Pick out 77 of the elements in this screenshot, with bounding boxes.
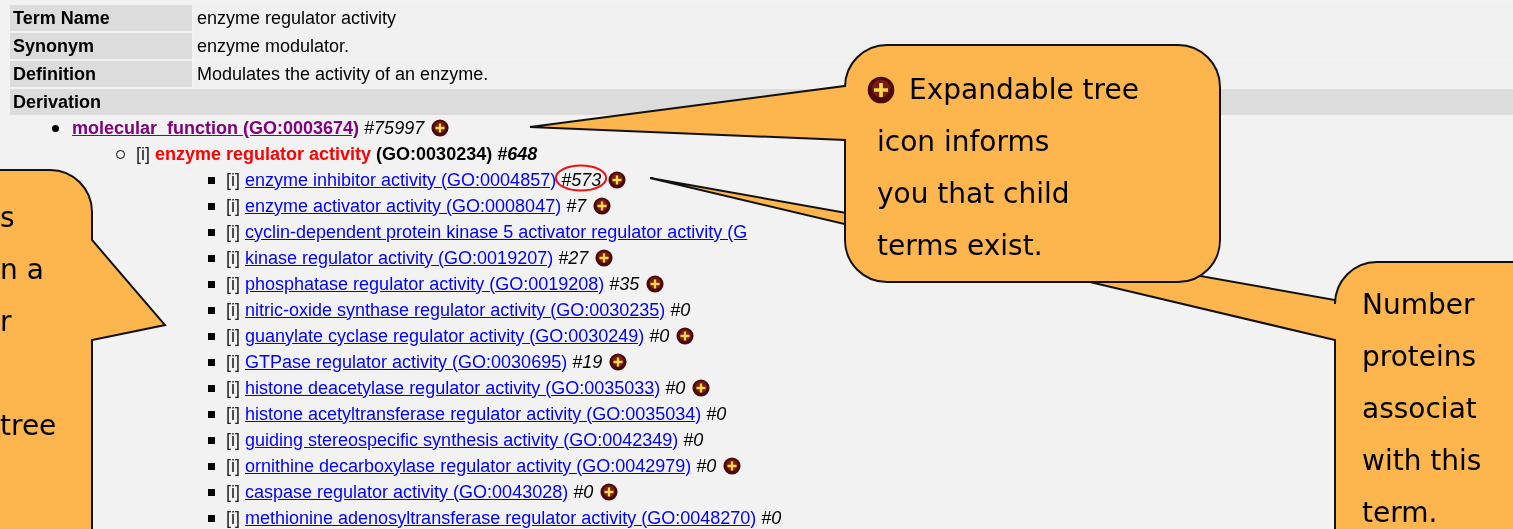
protein-count: #27 (558, 247, 589, 268)
info-marker: [i] (226, 402, 240, 426)
bullet-icon (208, 436, 215, 444)
term-link[interactable]: phosphatase regulator activity (GO:0019208) (245, 270, 605, 298)
field-label: Synonym (10, 33, 192, 59)
info-marker: [i] (226, 350, 240, 374)
info-marker: [i] (226, 376, 240, 400)
bullet-icon (208, 514, 215, 522)
info-marker: [i] (226, 168, 240, 192)
bullet-icon (208, 254, 215, 262)
info-marker: [i] (136, 142, 150, 166)
info-marker: [i] (226, 428, 240, 452)
protein-count: #0 (761, 507, 782, 528)
term-id: (GO:0030234) (376, 142, 493, 166)
info-marker: [i] (226, 480, 240, 504)
info-marker: [i] (226, 272, 240, 296)
plus-icon[interactable] (609, 353, 628, 371)
term-link[interactable]: caspase regulator activity (GO:0043028) (245, 478, 569, 506)
protein-count: #75997 (364, 117, 425, 138)
info-marker: [i] (226, 506, 240, 529)
bullet-icon (208, 280, 215, 288)
protein-count: #0 (670, 299, 691, 320)
bullet-icon (208, 410, 215, 418)
protein-count: #19 (572, 351, 603, 372)
callout-text: s n a r tree (0, 200, 57, 444)
plus-icon[interactable] (595, 249, 614, 267)
info-marker: [i] (226, 454, 240, 478)
protein-count: #648 (497, 143, 538, 164)
plus-icon[interactable] (692, 379, 711, 397)
field-label: Term Name (10, 5, 192, 31)
term-link[interactable]: molecular_function (GO:0003674) (72, 114, 360, 142)
protein-count: #0 (683, 429, 704, 450)
protein-count: #0 (706, 403, 727, 424)
info-marker: [i] (226, 194, 240, 218)
protein-count: #7 (566, 195, 587, 216)
plus-icon[interactable] (646, 275, 665, 293)
term-link[interactable]: cyclin-dependent protein kinase 5 activator regulator activity (G (245, 218, 748, 246)
bullet-icon (208, 306, 215, 314)
term-link[interactable]: histone deacetylase regulator activity (GO:0035033) (245, 374, 661, 402)
term-link[interactable]: ornithine decarboxylase regulator activity (GO:0042979) (245, 452, 692, 480)
term-link[interactable]: guiding stereospecific synthesis activity (GO:0042349) (245, 426, 679, 454)
plus-icon[interactable] (723, 457, 742, 475)
term-link[interactable]: GTPase regulator activity (GO:0030695) (245, 348, 568, 376)
bullet-icon (208, 462, 215, 470)
term-link[interactable]: guanylate cyclase regulator activity (GO:0030249) (245, 322, 645, 350)
field-label: Definition (10, 61, 192, 87)
term-link[interactable]: enzyme activator activity (GO:0008047) (245, 192, 562, 220)
protein-count: #0 (649, 325, 670, 346)
term-link[interactable]: methionine adenosyltransferase regulator activity (GO:0048270) (245, 504, 757, 529)
bullet-icon (208, 202, 215, 210)
bullet-icon (208, 384, 215, 392)
protein-count: #0 (696, 455, 717, 476)
bullet-icon (208, 488, 215, 496)
term-link[interactable]: enzyme inhibitor activity (GO:0004857) (245, 166, 557, 194)
bullet-icon (208, 228, 215, 236)
current-term: enzyme regulator activity (155, 142, 372, 166)
bullet-icon (208, 358, 215, 366)
protein-count: #0 (665, 377, 686, 398)
term-link[interactable]: kinase regulator activity (GO:0019207) (245, 244, 554, 272)
plus-icon[interactable] (593, 197, 612, 215)
bullet-icon (208, 332, 215, 340)
protein-count: #0 (573, 481, 594, 502)
plus-icon[interactable] (608, 171, 627, 189)
term-link[interactable]: nitric-oxide synthase regulator activity (GO:0030235) (245, 296, 666, 324)
bullet-icon (52, 124, 59, 132)
term-link[interactable]: histone acetyltransferase regulator activity (GO:0035034) (245, 400, 702, 428)
info-marker: [i] (226, 298, 240, 322)
protein-count: #35 (609, 273, 640, 294)
protein-count: #573 (561, 169, 602, 190)
callout-text: Number proteins associat with this term. (1362, 287, 1482, 529)
plus-icon[interactable] (600, 483, 619, 501)
info-marker: [i] (226, 246, 240, 270)
info-marker: [i] (226, 220, 240, 244)
plus-icon[interactable] (676, 327, 695, 345)
plus-icon[interactable] (431, 119, 450, 137)
bullet-icon (208, 176, 215, 184)
info-marker: [i] (226, 324, 240, 348)
